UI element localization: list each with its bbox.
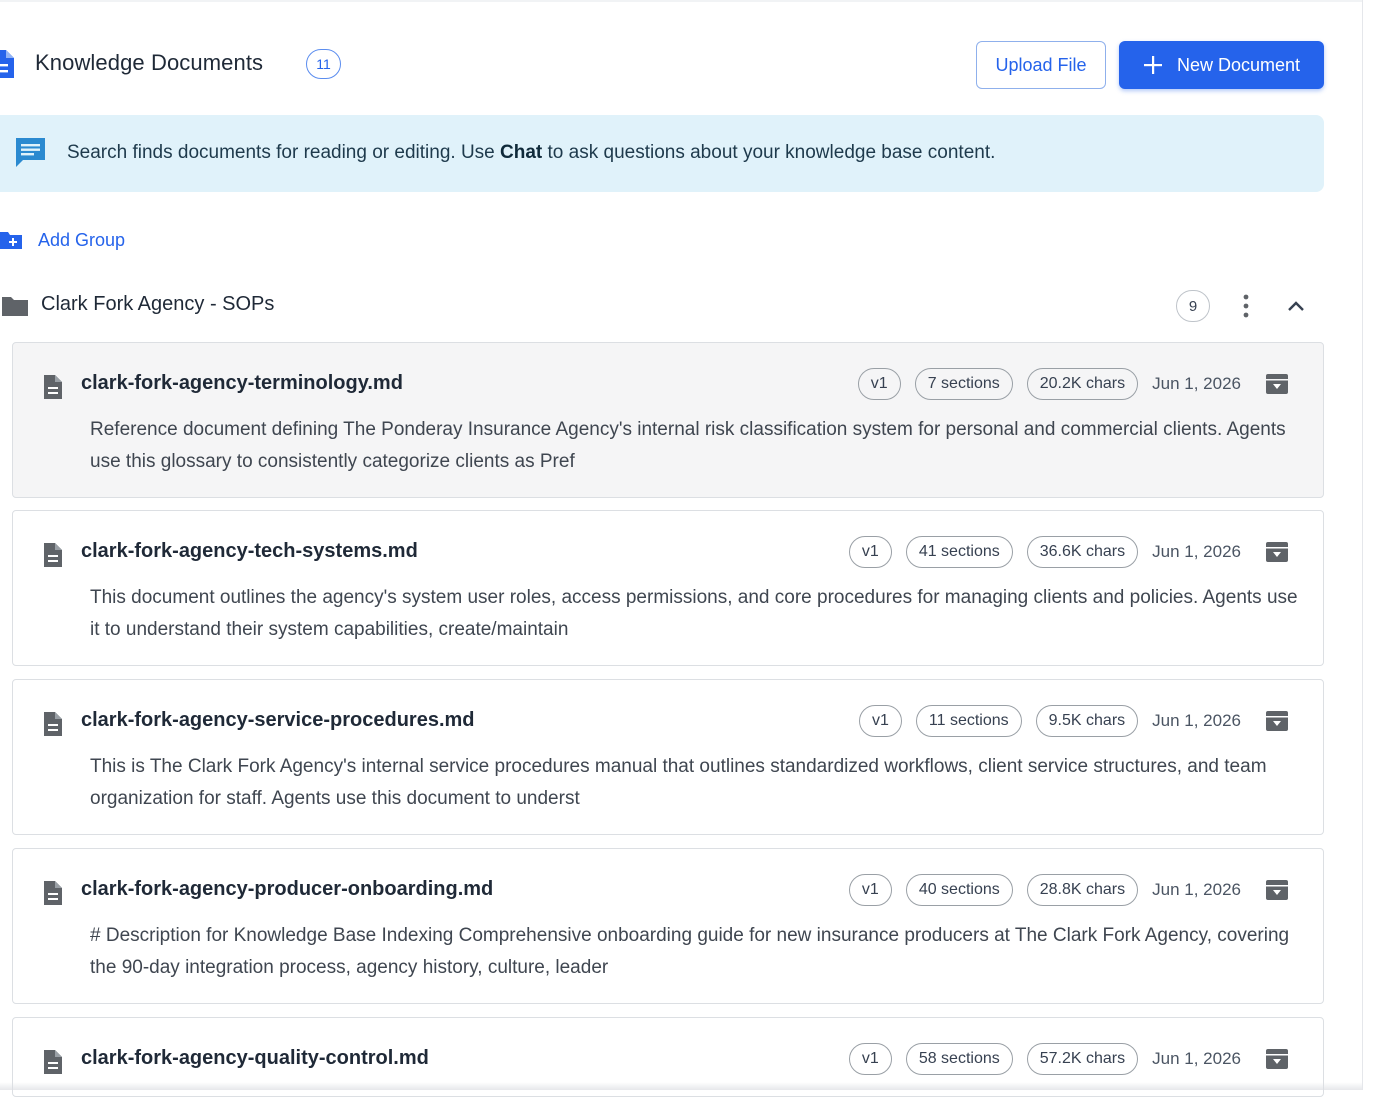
document-card[interactable]: clark-fork-agency-terminology.md v1 7 se… <box>12 342 1324 498</box>
archive-icon[interactable] <box>1265 541 1289 563</box>
version-chip: v1 <box>859 705 902 737</box>
document-meta: v1 40 sections 28.8K chars Jun 1, 2026 <box>848 874 1289 906</box>
document-meta: v1 7 sections 20.2K chars Jun 1, 2026 <box>857 368 1289 400</box>
file-icon <box>44 543 62 567</box>
document-name[interactable]: clark-fork-agency-terminology.md <box>81 372 403 395</box>
document-card[interactable]: clark-fork-agency-service-procedures.md … <box>12 679 1324 835</box>
scroll-fade <box>0 1082 1362 1090</box>
document-name[interactable]: clark-fork-agency-tech-systems.md <box>81 540 418 563</box>
upload-file-button[interactable]: Upload File <box>976 41 1106 89</box>
document-meta: v1 11 sections 9.5K chars Jun 1, 2026 <box>859 705 1289 737</box>
document-description: Reference document defining The Ponderay… <box>90 419 1286 472</box>
chars-chip: 36.6K chars <box>1026 536 1139 568</box>
new-document-button[interactable]: New Document <box>1119 41 1324 89</box>
document-name[interactable]: clark-fork-agency-producer-onboarding.md <box>81 878 493 901</box>
add-group-button[interactable]: Add Group <box>0 227 125 253</box>
document-date: Jun 1, 2026 <box>1152 1049 1241 1068</box>
add-group-label: Add Group <box>38 229 126 250</box>
document-meta: v1 58 sections 57.2K chars Jun 1, 2026 <box>848 1043 1289 1075</box>
upload-file-label: Upload File <box>995 54 1087 75</box>
archive-icon[interactable] <box>1265 1048 1289 1070</box>
archive-icon[interactable] <box>1265 373 1289 395</box>
version-chip: v1 <box>857 368 901 400</box>
document-date: Jun 1, 2026 <box>1152 880 1241 899</box>
top-divider <box>0 0 1362 2</box>
archive-icon[interactable] <box>1265 710 1289 732</box>
chars-chip: 28.8K chars <box>1026 874 1139 906</box>
sections-chip: 58 sections <box>905 1043 1013 1075</box>
document-name[interactable]: clark-fork-agency-service-procedures.md <box>81 709 475 732</box>
chars-chip: 9.5K chars <box>1035 705 1139 737</box>
document-meta: v1 41 sections 36.6K chars Jun 1, 2026 <box>848 536 1289 568</box>
document-card[interactable]: clark-fork-agency-tech-systems.md v1 41 … <box>12 510 1324 666</box>
document-name[interactable]: clark-fork-agency-quality-control.md <box>81 1047 429 1070</box>
document-description: # Description for Knowledge Base Indexin… <box>90 925 1290 978</box>
file-icon <box>44 1050 62 1074</box>
sections-chip: 7 sections <box>914 368 1013 400</box>
page-title: Knowledge Documents <box>35 50 264 75</box>
document-date: Jun 1, 2026 <box>1152 542 1241 561</box>
sections-chip: 41 sections <box>905 536 1013 568</box>
file-icon <box>44 881 62 905</box>
plus-icon <box>1143 56 1162 74</box>
info-banner: Search finds documents for reading or ed… <box>0 115 1324 192</box>
folder-add-icon <box>0 232 22 249</box>
version-chip: v1 <box>848 1043 892 1075</box>
chars-chip: 20.2K chars <box>1026 368 1139 400</box>
documents-panel: Knowledge Documents 11 Upload File New D… <box>0 0 1363 1097</box>
chat-keyword: Chat <box>500 142 543 163</box>
chevron-up-icon[interactable] <box>1284 295 1308 317</box>
info-banner-text: Search finds documents for reading or ed… <box>67 142 996 163</box>
file-icon <box>44 712 62 736</box>
document-count-badge: 11 <box>306 49 341 79</box>
new-document-label: New Document <box>1176 54 1301 75</box>
more-vertical-icon[interactable] <box>1236 293 1256 319</box>
group-count-badge: 9 <box>1176 290 1210 322</box>
group-title[interactable]: Clark Fork Agency - SOPs <box>41 293 274 316</box>
file-icon <box>44 375 62 399</box>
sections-chip: 40 sections <box>905 874 1013 906</box>
document-date: Jun 1, 2026 <box>1152 711 1241 730</box>
version-chip: v1 <box>848 874 892 906</box>
sections-chip: 11 sections <box>915 705 1022 737</box>
document-date: Jun 1, 2026 <box>1152 374 1241 393</box>
document-card[interactable]: clark-fork-agency-producer-onboarding.md… <box>12 848 1324 1004</box>
right-gutter <box>1363 0 1377 1090</box>
archive-icon[interactable] <box>1265 879 1289 901</box>
chars-chip: 57.2K chars <box>1026 1043 1139 1075</box>
chat-icon <box>16 138 45 167</box>
version-chip: v1 <box>848 536 892 568</box>
document-icon <box>0 50 14 78</box>
folder-icon <box>2 297 28 316</box>
document-description: This document outlines the agency's syst… <box>90 587 1298 640</box>
document-description: This is The Clark Fork Agency's internal… <box>90 756 1267 809</box>
